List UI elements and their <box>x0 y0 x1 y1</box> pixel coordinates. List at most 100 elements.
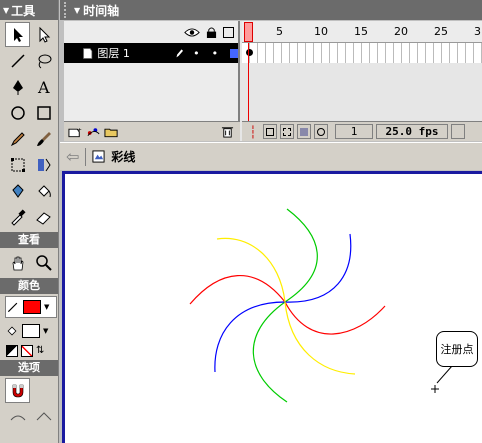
options-grid <box>0 376 58 403</box>
subselect-tool-button[interactable] <box>31 22 56 47</box>
green-curve-top[interactable] <box>284 208 318 303</box>
lasso-tool-button[interactable] <box>31 48 56 73</box>
layer-lock-dot[interactable]: • <box>212 47 219 60</box>
eraser-tool-button[interactable] <box>31 204 56 229</box>
rectangle-icon <box>36 105 51 120</box>
current-frame-field: 1 <box>335 124 373 139</box>
insert-folder-icon[interactable] <box>104 126 119 138</box>
magnet-icon <box>12 384 23 397</box>
arrow-icon <box>13 27 23 42</box>
stage[interactable]: 注册点 <box>65 174 482 443</box>
insert-layer-icon[interactable]: + <box>68 126 83 138</box>
onion-skin-button[interactable] <box>263 124 277 139</box>
add-guide-layer-icon[interactable] <box>86 126 101 138</box>
layer-visible-dot[interactable]: • <box>193 47 200 60</box>
collapse-triangle-icon[interactable]: ▼ <box>3 6 9 15</box>
timeline-panel-title: 时间轴 <box>83 3 120 18</box>
outline-icon[interactable] <box>223 26 234 38</box>
zoom-tool-button[interactable] <box>31 250 56 275</box>
elapsed-time-field <box>451 124 465 139</box>
registration-point-callout: 注册点 <box>436 331 478 367</box>
color-buttons-row: ⇅ <box>0 342 58 357</box>
smooth-icon <box>10 415 25 421</box>
playhead-line <box>248 43 249 121</box>
lasso-icon <box>38 54 51 68</box>
pen-tool-button[interactable] <box>5 74 30 99</box>
trash-icon[interactable] <box>221 125 234 138</box>
fill-color-swatch[interactable] <box>22 324 40 338</box>
smooth-button[interactable] <box>5 409 30 425</box>
default-colors-icon[interactable] <box>6 345 18 357</box>
edit-multiple-frames-button[interactable] <box>297 124 311 139</box>
stroke-color-swatch[interactable] <box>23 300 41 314</box>
pinwheel-drawing[interactable] <box>65 174 482 443</box>
swap-colors-icon[interactable]: ⇅ <box>36 345 48 357</box>
ink-bottle-tool-button[interactable] <box>5 178 30 203</box>
lock-icon[interactable] <box>206 26 217 39</box>
straighten-icon <box>36 412 51 421</box>
blue-curve-left[interactable] <box>214 301 286 373</box>
layer-name[interactable]: 图层 1 <box>97 45 167 61</box>
fill-transform-tool-button[interactable] <box>31 152 56 177</box>
red-curve-left[interactable] <box>189 275 286 305</box>
layer-header-row <box>64 21 238 43</box>
oval-tool-button[interactable] <box>5 100 30 125</box>
timeline-panel-header[interactable]: ▼ 时间轴 <box>60 0 482 20</box>
paint-bucket-tool-button[interactable] <box>31 178 56 203</box>
line-tool-button[interactable] <box>5 48 30 73</box>
text-tool-button[interactable]: A <box>31 74 56 99</box>
free-transform-tool-button[interactable] <box>5 152 30 177</box>
back-arrow-icon[interactable]: ⇦ <box>66 147 79 166</box>
yellow-curve-top[interactable] <box>216 237 286 303</box>
pencil-tool-button[interactable] <box>5 126 30 151</box>
eyedropper-icon <box>10 208 26 226</box>
snap-to-objects-button[interactable] <box>5 378 30 403</box>
ruler-tick: 25 <box>434 25 448 38</box>
center-frame-icon[interactable]: ┆ <box>246 125 260 139</box>
layer-frame-row[interactable] <box>242 43 482 63</box>
pinwheel[interactable] <box>189 208 386 403</box>
view-tools-grid <box>0 248 58 275</box>
line-icon <box>10 53 25 68</box>
yellow-curve-bottom[interactable] <box>284 301 356 375</box>
playhead[interactable] <box>244 22 253 42</box>
fill-dropdown-arrow-icon[interactable]: ▼ <box>43 327 48 335</box>
rectangle-tool-button[interactable] <box>31 100 56 125</box>
registration-point-icon[interactable] <box>431 385 439 393</box>
tools-panel-header[interactable]: ▼ 工具 <box>0 0 58 20</box>
scene-name[interactable]: 彩线 <box>111 148 135 165</box>
timeline-collapse-icon[interactable]: ▼ <box>74 6 80 15</box>
options-section-header: 选项 <box>0 360 58 376</box>
arrow-tool-button[interactable] <box>5 22 30 47</box>
stroke-color-control[interactable]: ▼ <box>5 296 57 318</box>
onion-skin-icon <box>266 127 274 136</box>
modify-onion-markers-button[interactable] <box>314 124 328 139</box>
eyedropper-tool-button[interactable] <box>5 204 30 229</box>
straighten-button[interactable] <box>31 409 56 425</box>
scene-icon <box>92 150 105 163</box>
blue-curve-right[interactable] <box>284 233 352 303</box>
brush-tool-button[interactable] <box>31 126 56 151</box>
fill-color-control[interactable]: ▼ <box>5 320 57 342</box>
frame-rate-field: 25.0 fps <box>376 124 448 139</box>
layer-outline-swatch[interactable] <box>230 48 238 58</box>
layer-tools-bar: + <box>64 121 240 141</box>
hand-tool-button[interactable] <box>5 250 30 275</box>
stroke-pencil-icon <box>7 302 18 313</box>
text-a-icon: A <box>37 78 50 96</box>
stage-frame: 注册点 <box>62 171 482 443</box>
layer-row[interactable]: 图层 1 • • <box>64 43 238 63</box>
onion-markers-icon <box>317 127 325 136</box>
edit-bar-divider <box>85 147 87 166</box>
hand-icon <box>12 256 23 270</box>
green-curve-bottom[interactable] <box>252 301 288 403</box>
red-curve-right[interactable] <box>284 301 386 335</box>
onion-outline-button[interactable] <box>280 124 294 139</box>
no-color-icon[interactable] <box>21 345 33 357</box>
frame-ruler[interactable]: 1 5 10 15 20 25 3 <box>242 21 482 43</box>
panel-grip[interactable] <box>64 2 70 18</box>
stroke-dropdown-arrow-icon[interactable]: ▼ <box>44 303 49 311</box>
ruler-tick: 20 <box>394 25 408 38</box>
callout-pointer <box>436 365 453 384</box>
eye-icon[interactable] <box>184 27 200 38</box>
